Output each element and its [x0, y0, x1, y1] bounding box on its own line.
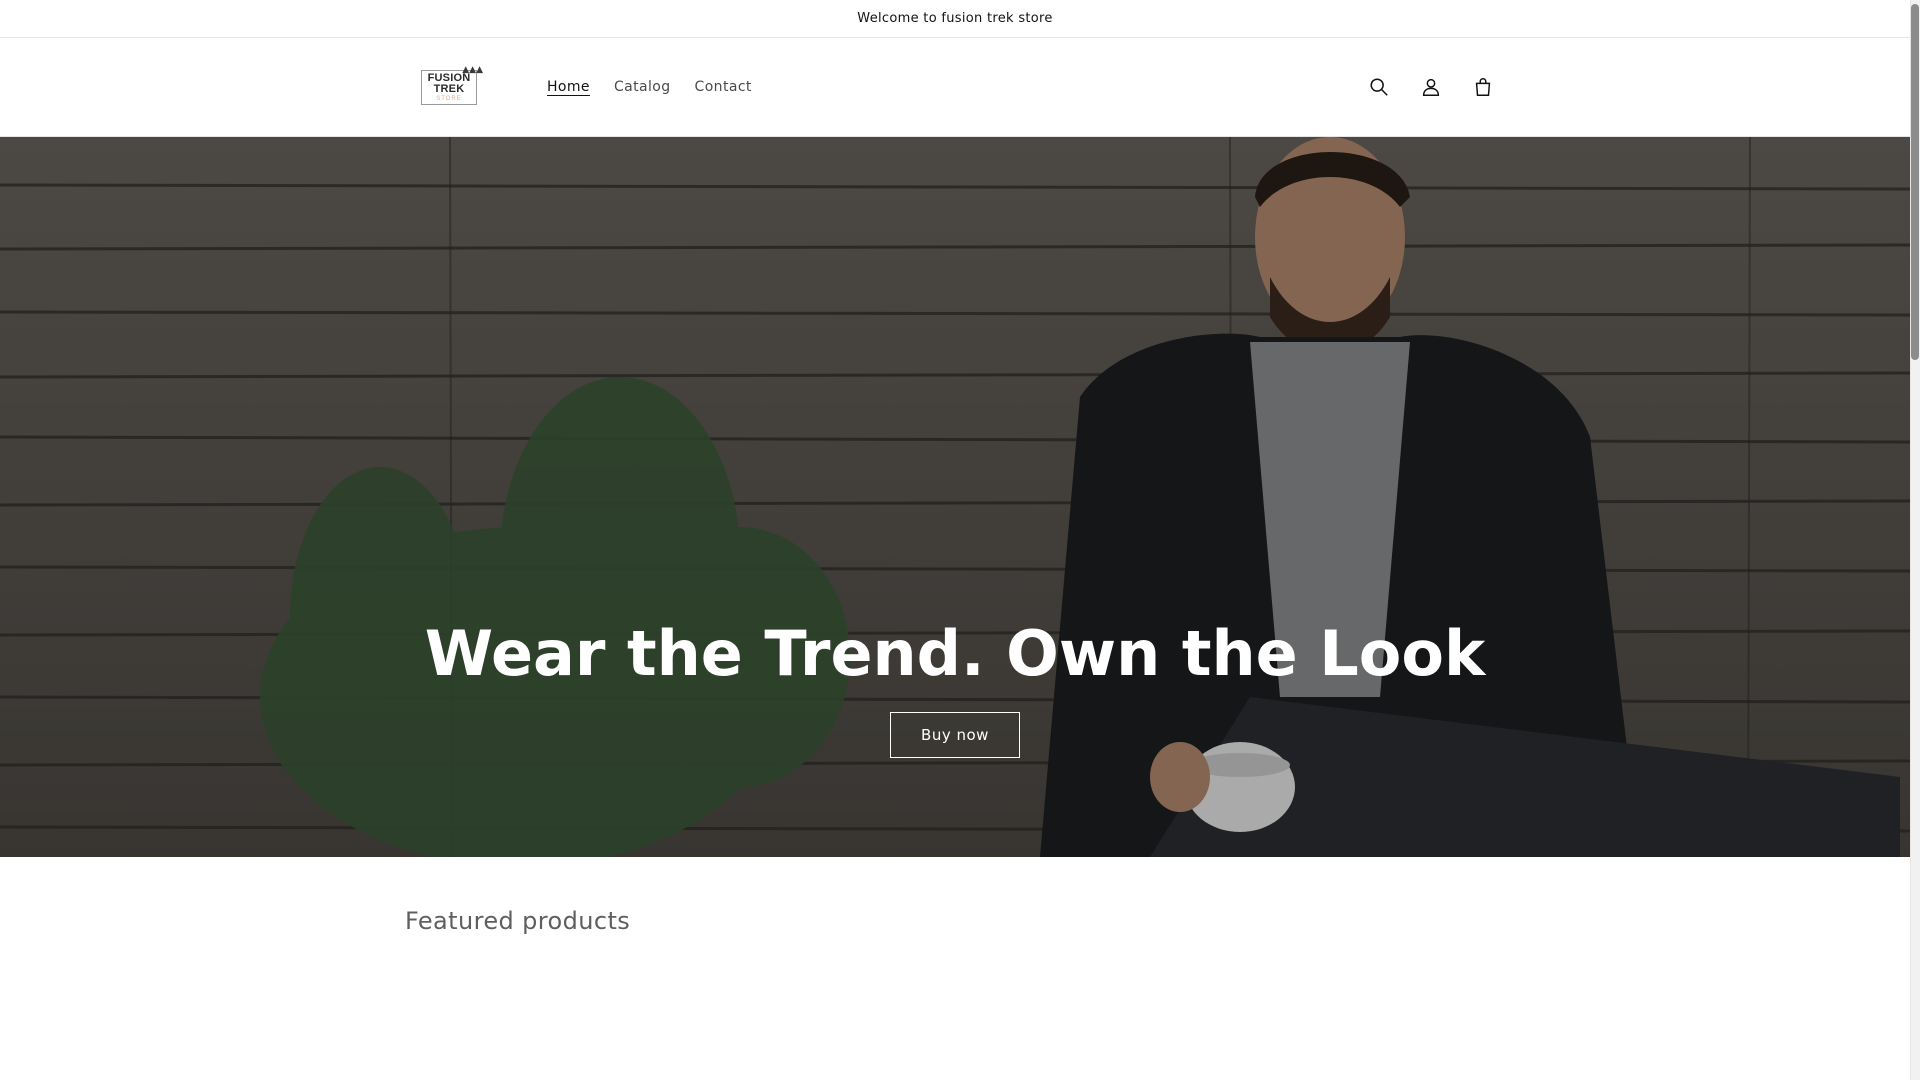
announcement-text: Welcome to fusion trek store [857, 11, 1053, 26]
scrollbar-thumb[interactable] [1911, 4, 1919, 360]
search-button[interactable] [1357, 65, 1401, 109]
announcement-bar: Welcome to fusion trek store [0, 0, 1910, 38]
cart-button[interactable] [1461, 65, 1505, 109]
account-button[interactable] [1409, 65, 1453, 109]
nav-link-catalog[interactable]: Catalog [602, 71, 683, 103]
store-logo[interactable]: ▲▲▲ FUSION TREK STORE [405, 61, 493, 113]
hero-title: Wear the Trend. Own the Look [424, 617, 1486, 690]
search-icon [1370, 78, 1388, 96]
main-nav: Home Catalog Contact [535, 71, 764, 103]
header-icons [1357, 65, 1505, 109]
logo-line-3: STORE [436, 95, 462, 102]
hero-banner: Wear the Trend. Own the Look Buy now [0, 137, 1910, 857]
nav-link-contact[interactable]: Contact [683, 71, 764, 103]
featured-products-section: Featured products [0, 857, 1910, 935]
cart-icon [1475, 78, 1491, 96]
hero-content: Wear the Trend. Own the Look Buy now [0, 617, 1910, 758]
buy-now-button[interactable]: Buy now [890, 712, 1020, 758]
page-scrollbar[interactable] [1910, 0, 1920, 1080]
logo-line-2: TREK [433, 82, 465, 95]
logo-trees-icon: ▲▲▲ [462, 65, 483, 75]
nav-link-home[interactable]: Home [535, 71, 602, 103]
site-header: ▲▲▲ FUSION TREK STORE Home Catalog Conta… [0, 38, 1910, 137]
account-icon [1422, 78, 1440, 96]
page: Welcome to fusion trek store ▲▲▲ FUSION … [0, 0, 1920, 1080]
featured-products-title: Featured products [405, 907, 631, 935]
storefront: Welcome to fusion trek store ▲▲▲ FUSION … [0, 0, 1910, 1080]
